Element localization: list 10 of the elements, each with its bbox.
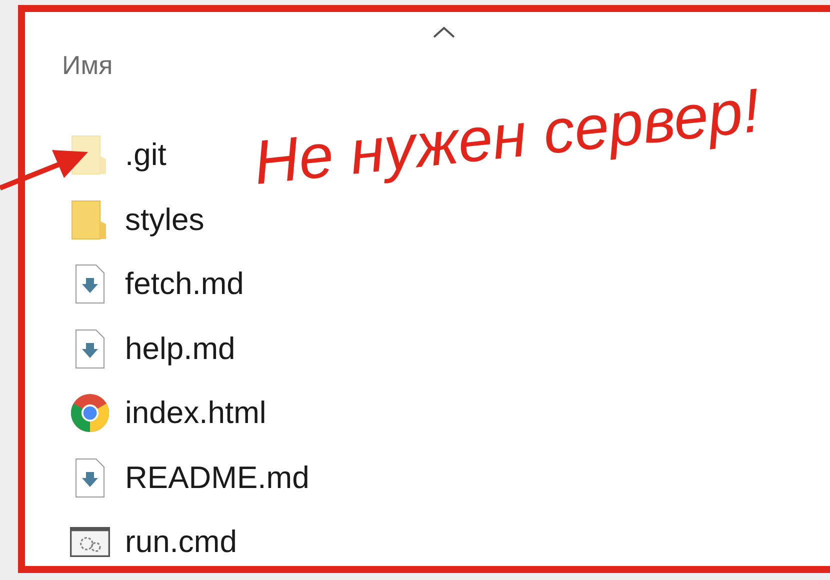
file-name[interactable]: fetch.md bbox=[125, 266, 244, 302]
sort-caret-icon[interactable] bbox=[432, 25, 456, 40]
file-name[interactable]: run.cmd bbox=[125, 524, 237, 560]
file-name[interactable]: .git bbox=[125, 137, 166, 174]
file-name[interactable]: help.md bbox=[125, 330, 236, 367]
file-name[interactable]: README.md bbox=[125, 460, 310, 496]
file-name[interactable]: index.html bbox=[125, 395, 266, 432]
column-header[interactable]: Имя bbox=[62, 50, 113, 80]
file-name[interactable]: styles bbox=[125, 202, 204, 238]
annotation-text: Не нужен сервер! bbox=[250, 75, 764, 199]
